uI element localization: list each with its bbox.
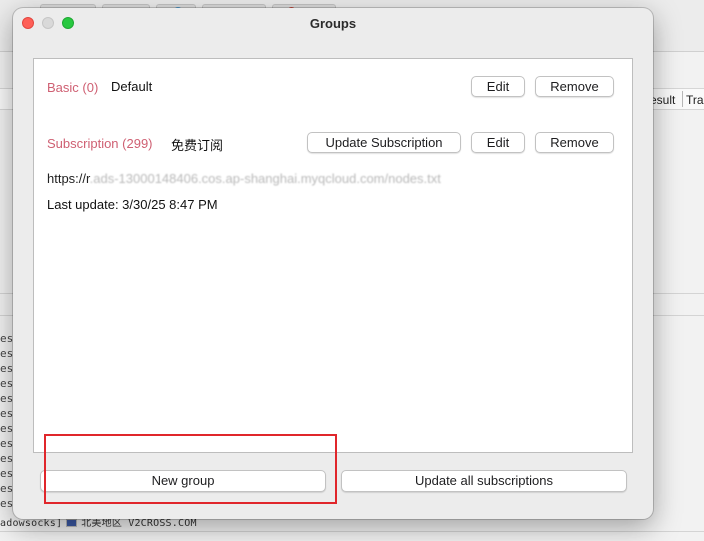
log-line: es bbox=[0, 422, 14, 435]
log-line: es bbox=[0, 377, 14, 390]
column-header-result[interactable]: esult bbox=[650, 93, 675, 107]
log-line: es bbox=[0, 467, 14, 480]
column-divider bbox=[682, 91, 683, 107]
flag-icon bbox=[66, 519, 78, 527]
title-bar[interactable]: Groups bbox=[13, 8, 653, 38]
log-line: es bbox=[0, 452, 14, 465]
highlight-annotation-box bbox=[44, 434, 337, 504]
group-list: Basic (0) Default Edit Remove Subscripti… bbox=[33, 58, 633, 453]
window-title: Groups bbox=[309, 16, 357, 31]
column-header-traffic[interactable]: Tra bbox=[686, 93, 704, 107]
group-row-subscription: Subscription (299) 免费订阅 Update Subscript… bbox=[34, 131, 632, 157]
subscription-url: https://r.ads-13000148406.cos.ap-shangha… bbox=[47, 171, 441, 186]
log-line: es bbox=[0, 362, 14, 375]
log-line: es bbox=[0, 482, 14, 495]
log-line: es bbox=[0, 437, 14, 450]
remove-group-button[interactable]: Remove bbox=[535, 132, 614, 153]
subscription-url-visible: https://r bbox=[47, 171, 90, 186]
log-line: es bbox=[0, 392, 14, 405]
remove-group-button[interactable]: Remove bbox=[535, 76, 614, 97]
log-line: es bbox=[0, 347, 14, 360]
background-divider bbox=[0, 531, 704, 532]
log-line: es bbox=[0, 407, 14, 420]
edit-group-button[interactable]: Edit bbox=[471, 132, 525, 153]
group-name: Subscription (299) bbox=[47, 136, 153, 151]
log-tail-server: 北美地区 V2CROSS.COM bbox=[81, 518, 197, 529]
log-tail-protocol: adowsocks] bbox=[0, 518, 63, 529]
edit-group-button[interactable]: Edit bbox=[471, 76, 525, 97]
background-log: es es es es es es es es es es es es bbox=[0, 332, 14, 512]
group-row-basic: Basic (0) Default Edit Remove bbox=[34, 75, 632, 101]
update-all-subscriptions-button[interactable]: Update all subscriptions bbox=[341, 470, 627, 492]
update-subscription-button[interactable]: Update Subscription bbox=[307, 132, 461, 153]
group-alias: 免费订阅 bbox=[171, 138, 224, 153]
log-line: es bbox=[0, 332, 14, 345]
group-name: Basic (0) bbox=[47, 80, 99, 95]
subscription-url-obscured: .ads-13000148406.cos.ap-shanghai.myqclou… bbox=[89, 171, 441, 186]
last-update-text: Last update: 3/30/25 8:47 PM bbox=[47, 197, 218, 212]
log-line: es bbox=[0, 497, 14, 510]
group-alias: Default bbox=[111, 79, 153, 94]
